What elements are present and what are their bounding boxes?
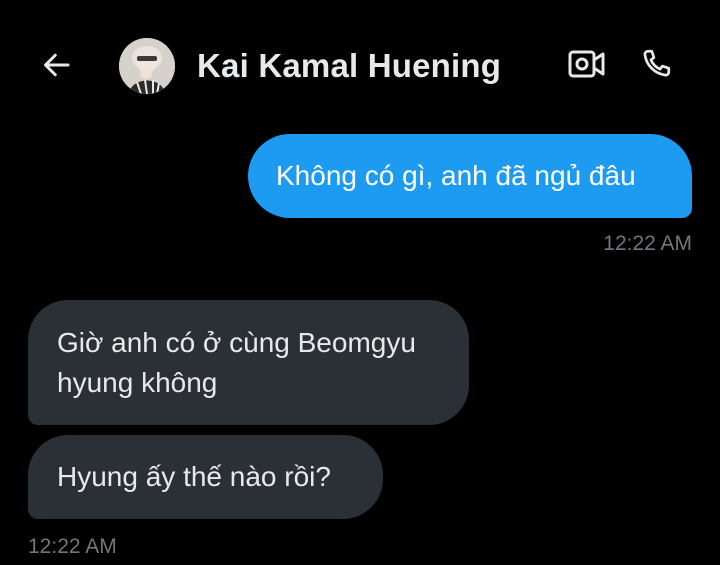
phone-icon xyxy=(643,49,671,77)
message-timestamp: 12:22 AM xyxy=(28,535,117,558)
message-timestamp: 12:22 AM xyxy=(603,232,692,255)
avatar-image xyxy=(119,38,175,94)
incoming-message[interactable]: Hyung ấy thế nào rồi? xyxy=(28,435,383,519)
voice-call-button[interactable] xyxy=(634,42,678,86)
video-call-button[interactable] xyxy=(565,44,609,84)
conversation-header: Kai Kamal Huening xyxy=(0,0,720,130)
arrow-left-icon xyxy=(44,53,70,77)
incoming-message[interactable]: Giờ anh có ở cùng Beomgyu hyung không xyxy=(28,300,469,425)
avatar[interactable] xyxy=(119,38,175,94)
contact-name[interactable]: Kai Kamal Huening xyxy=(197,44,501,88)
video-camera-icon xyxy=(568,50,605,78)
outgoing-message[interactable]: Không có gì, anh đã ngủ đâu xyxy=(248,134,692,218)
back-button[interactable] xyxy=(36,45,76,85)
